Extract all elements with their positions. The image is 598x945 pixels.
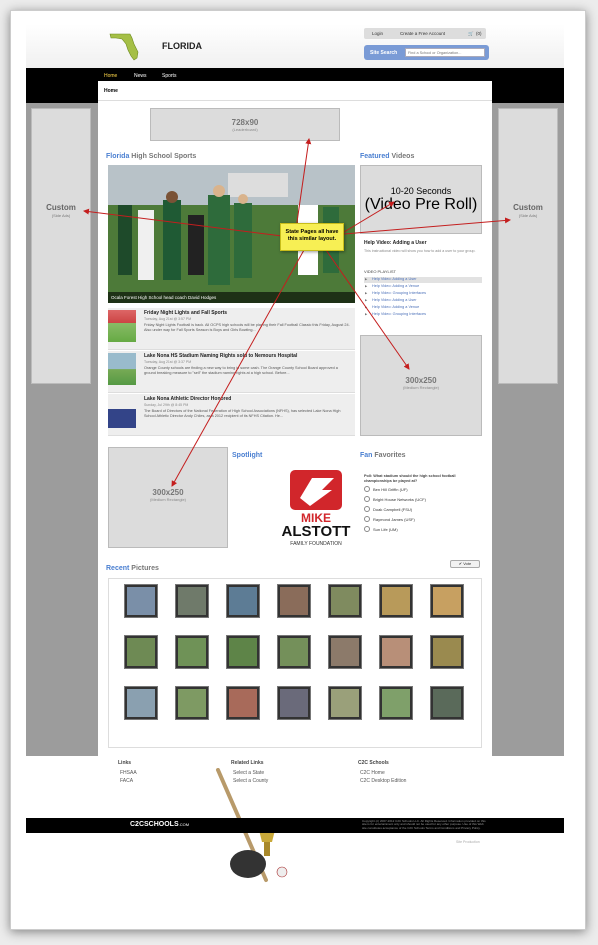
annotation-callout: State Pages all have this similar layout… bbox=[280, 223, 344, 251]
footer-c2c-heading: C2C Schools bbox=[358, 760, 389, 766]
c2c-footer-logo[interactable]: C2CSCHOOLS.COM bbox=[130, 821, 189, 828]
arrow-to-right-rectangle bbox=[325, 249, 410, 370]
arrow-to-left-rectangle bbox=[171, 249, 305, 487]
footer-link-c2c-desktop[interactable]: C2C Desktop Edition bbox=[360, 778, 406, 784]
arrow-to-video-preroll bbox=[343, 201, 395, 233]
arrow-to-right-side-ad bbox=[343, 217, 511, 235]
arrow-to-leaderboard bbox=[295, 138, 312, 230]
footer-link-fhsaa[interactable]: FHSAA bbox=[120, 770, 137, 776]
footer-link-faca[interactable]: FACA bbox=[120, 778, 133, 784]
footer-links-heading: Links bbox=[118, 760, 132, 766]
footer-related-heading: Related Links bbox=[231, 760, 264, 766]
arrow-to-left-side-ad bbox=[83, 208, 283, 237]
site-production-credit[interactable]: Site Production bbox=[456, 840, 480, 844]
state-page: FLORIDA Login Create a Free Account 🛒 (0… bbox=[26, 24, 564, 904]
footer-link-c2c-home[interactable]: C2C Home bbox=[360, 770, 385, 776]
footer-copyright: Copyright (c) 2007-2012 C2C Schools LLC.… bbox=[362, 819, 486, 830]
